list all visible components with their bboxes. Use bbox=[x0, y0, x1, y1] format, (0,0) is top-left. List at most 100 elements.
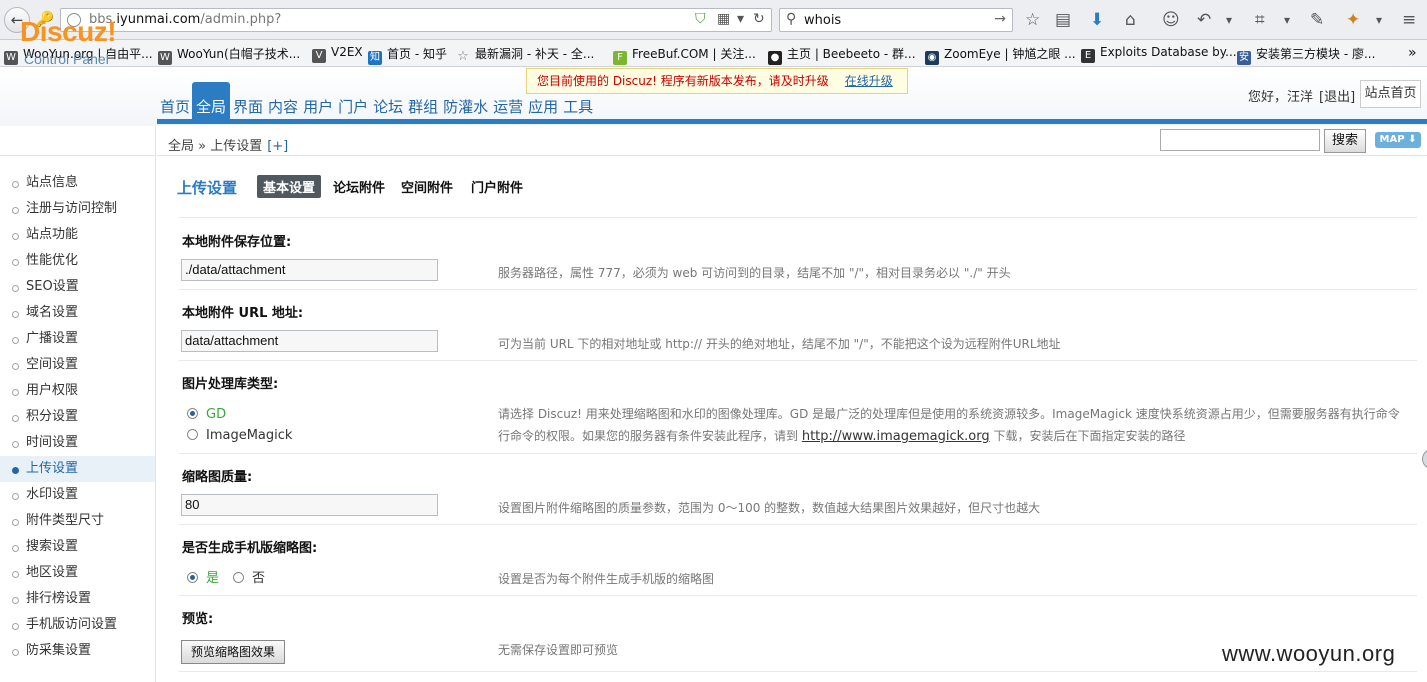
quality-input[interactable]: 80 bbox=[181, 494, 438, 516]
freebuf-favicon-icon: F bbox=[613, 51, 627, 65]
sidebar-item[interactable]: 注册与访问控制 bbox=[0, 196, 155, 222]
site-home-button[interactable]: 站点首页 bbox=[1360, 80, 1421, 108]
qr-code-icon[interactable]: ▦ bbox=[717, 11, 730, 27]
star-icon[interactable]: ☆ bbox=[1025, 9, 1040, 31]
admin-search-button[interactable]: 搜索 bbox=[1324, 129, 1366, 153]
dropdown-icon[interactable]: ▾ bbox=[737, 11, 744, 27]
nav-item[interactable]: 应用 bbox=[525, 93, 560, 119]
sidebar-item[interactable]: 搜索设置 bbox=[0, 534, 155, 560]
tab-space-attach[interactable]: 空间附件 bbox=[395, 175, 459, 198]
crop-icon[interactable]: ⌗ bbox=[1255, 9, 1265, 31]
sidebar-item[interactable]: 站点功能 bbox=[0, 222, 155, 248]
addon-dropdown-icon[interactable]: ▾ bbox=[1376, 9, 1382, 31]
sidebar-item[interactable]: 附件类型尺寸 bbox=[0, 508, 155, 534]
nav-item[interactable]: 界面 bbox=[230, 93, 265, 119]
more-bookmarks-icon[interactable]: » bbox=[1408, 45, 1417, 61]
logout-link[interactable]: [退出] bbox=[1319, 90, 1355, 105]
radio-mobile-no[interactable]: 否 bbox=[233, 567, 265, 586]
sidebar-item[interactable]: 站点信息 bbox=[0, 170, 155, 196]
url-bar[interactable]: bbs.iyunmai.com/admin.php? ⛉ ▦ ▾ ↻ bbox=[60, 8, 772, 32]
radio-mobile-yes[interactable]: 是 bbox=[187, 567, 219, 586]
undo-icon[interactable]: ↶ bbox=[1197, 9, 1211, 31]
tab-basic[interactable]: 基本设置 bbox=[257, 175, 322, 198]
bookmark-item[interactable]: W WooYun(白帽子技术... bbox=[158, 45, 300, 65]
search-bar[interactable]: ⚲ whois → bbox=[779, 8, 1013, 32]
nav-item[interactable]: 门户 bbox=[335, 93, 370, 119]
reading-list-icon[interactable]: ▤ bbox=[1055, 9, 1071, 31]
radio-gd[interactable]: GD bbox=[187, 407, 226, 422]
nav-item[interactable]: 内容 bbox=[265, 93, 300, 119]
bookmark-item[interactable]: ☆ 最新漏洞 - 补天 - 全... bbox=[456, 45, 594, 64]
sidebar-item[interactable]: 防采集设置 bbox=[0, 638, 155, 664]
bookmark-item[interactable]: 知首页 - 知乎 bbox=[368, 45, 447, 65]
discuz-logo[interactable]: Discuz! bbox=[20, 16, 117, 48]
page-title: 上传设置 bbox=[177, 179, 238, 197]
upgrade-link[interactable]: 在线升级 bbox=[845, 74, 893, 88]
sidebar-item[interactable]: 水印设置 bbox=[0, 482, 155, 508]
quality-tip: 设置图片附件缩略图的质量参数，范围为 0～100 的整数，数值越大结果图片效果越… bbox=[498, 501, 1041, 515]
sidebar-item[interactable]: 广播设置 bbox=[0, 326, 155, 352]
imagemagick-link[interactable]: http://www.imagemagick.org bbox=[802, 429, 990, 444]
sidebar: 站点信息 注册与访问控制 站点功能 性能优化 SEO设置 域名设置 广播设置 空… bbox=[0, 126, 156, 682]
preview-label: 预览: bbox=[182, 612, 214, 627]
tab-portal-attach[interactable]: 门户附件 bbox=[465, 175, 529, 198]
nav-item[interactable]: 论坛 bbox=[370, 93, 405, 119]
radio-empty-icon bbox=[187, 429, 198, 440]
url-tip: 可为当前 URL 下的相对地址或 http:// 开头的绝对地址，结尾不加 "/… bbox=[498, 337, 1061, 351]
admin-search-input[interactable] bbox=[1160, 129, 1320, 151]
bookmark-item[interactable]: ● 主页 | Beebeeto - 群... bbox=[768, 45, 916, 65]
wooyun-favicon-icon: W bbox=[4, 51, 18, 65]
sidebar-item[interactable]: 时间设置 bbox=[0, 430, 155, 456]
lib-label: 图片处理库类型: bbox=[182, 377, 279, 392]
radio-checked-icon bbox=[187, 572, 198, 583]
sidebar-item[interactable]: 空间设置 bbox=[0, 352, 155, 378]
bookmark-item[interactable]: E Exploits Database by... bbox=[1081, 45, 1237, 63]
map-button[interactable]: MAP ⬇ bbox=[1375, 132, 1421, 148]
search-go-icon[interactable]: → bbox=[994, 11, 1006, 27]
path-input[interactable]: ./data/attachment bbox=[181, 259, 438, 281]
zhihu-favicon-icon: 知 bbox=[368, 51, 382, 65]
path-tip: 服务器路径，属性 777，必须为 web 可访问到的目录，结尾不加 "/"，相对… bbox=[498, 266, 1011, 280]
addon-icon[interactable]: ✦ bbox=[1346, 9, 1360, 31]
sidebar-item[interactable]: SEO设置 bbox=[0, 274, 155, 300]
menu-icon[interactable]: ≡ bbox=[1402, 9, 1416, 31]
sidebar-item[interactable]: 地区设置 bbox=[0, 560, 155, 586]
home-icon[interactable]: ⌂ bbox=[1125, 9, 1136, 31]
nav-item-active[interactable]: 全局 bbox=[192, 82, 231, 120]
bookmark-item[interactable]: 安安装第三方模块 - 廖... bbox=[1237, 45, 1375, 65]
nav-item[interactable]: 防灌水 bbox=[440, 93, 490, 119]
nav-item[interactable]: 群组 bbox=[405, 93, 440, 119]
crop-dropdown-icon[interactable]: ▾ bbox=[1284, 9, 1290, 31]
sidebar-item-active[interactable]: 上传设置 bbox=[0, 456, 155, 482]
bookmark-item[interactable]: F FreeBuf.COM | 关注... bbox=[613, 45, 756, 65]
undo-dropdown-icon[interactable]: ▾ bbox=[1226, 9, 1232, 31]
nav-item[interactable]: 首页 bbox=[157, 93, 192, 119]
tab-forum-attach[interactable]: 论坛附件 bbox=[327, 175, 391, 198]
chevron-down-icon: ⬇ bbox=[1408, 134, 1417, 145]
radio-empty-icon bbox=[233, 572, 244, 583]
sidebar-item[interactable]: 域名设置 bbox=[0, 300, 155, 326]
quality-label: 缩略图质量: bbox=[182, 470, 253, 485]
radio-imagemagick[interactable]: ImageMagick bbox=[187, 428, 292, 443]
preview-thumbnail-button[interactable]: 预览缩略图效果 bbox=[181, 640, 285, 664]
sidebar-item[interactable]: 手机版访问设置 bbox=[0, 612, 155, 638]
comment-icon[interactable]: ✎ bbox=[1310, 9, 1324, 31]
chat-icon[interactable]: ☺ bbox=[1162, 9, 1180, 31]
sidebar-item[interactable]: 性能优化 bbox=[0, 248, 155, 274]
bookmark-item[interactable]: V V2EX bbox=[312, 45, 363, 63]
reload-icon[interactable]: ↻ bbox=[753, 11, 765, 27]
bookmark-item[interactable]: ◉ ZoomEye | 钟馗之眼 ... bbox=[925, 45, 1076, 65]
wooyun-favicon-icon: W bbox=[158, 51, 172, 65]
sidebar-item[interactable]: 排行榜设置 bbox=[0, 586, 155, 612]
sidebar-item[interactable]: 用户权限 bbox=[0, 378, 155, 404]
nav-item[interactable]: 用户 bbox=[300, 93, 335, 119]
shield-icon[interactable]: ⛉ bbox=[695, 11, 706, 27]
main-nav: 首页 全局 界面 内容 用户 门户 论坛 群组 防灌水 运营 应用 工具 bbox=[157, 82, 595, 120]
search-input[interactable]: whois bbox=[804, 13, 841, 28]
url-input[interactable]: data/attachment bbox=[181, 330, 438, 352]
add-shortcut-link[interactable]: [+] bbox=[267, 139, 288, 154]
nav-item[interactable]: 运营 bbox=[490, 93, 525, 119]
nav-item[interactable]: 工具 bbox=[560, 93, 595, 119]
download-icon[interactable]: ⬇ bbox=[1090, 9, 1104, 31]
sidebar-item[interactable]: 积分设置 bbox=[0, 404, 155, 430]
